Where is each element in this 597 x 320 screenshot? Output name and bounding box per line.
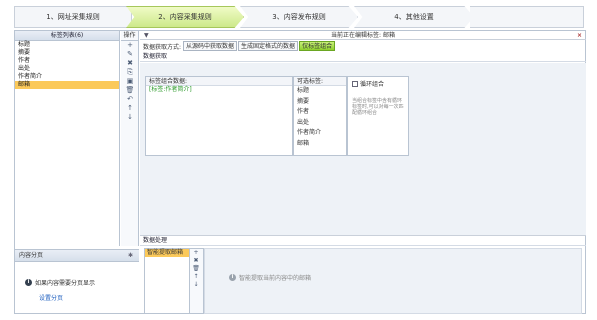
move-down-icon[interactable]: ↓ <box>121 113 139 122</box>
combo-data-value[interactable]: [标签:作者简介] <box>146 86 292 94</box>
trash-icon[interactable]: 🗑 <box>190 265 202 273</box>
process-area: 数据处理 智能提取邮箱 + ✖ 🗑 ↑ ↓ i 智能提取当前内容中的邮箱 <box>140 235 586 315</box>
copy-icon[interactable]: ⎘ <box>121 68 139 77</box>
available-tag-author[interactable]: 作者 <box>294 107 346 118</box>
process-toolbar: + ✖ 🗑 ↑ ↓ <box>190 248 204 314</box>
available-tag-summary[interactable]: 摘要 <box>294 97 346 108</box>
move-down-icon[interactable]: ↓ <box>190 281 202 289</box>
wizard-step-1[interactable]: 1、网址采集规则 <box>14 6 132 28</box>
tag-item-author[interactable]: 作者 <box>15 57 119 65</box>
source-mode-row: 数据获取方式: 从源码中获取数据 生成固定格式的数据 仅标签组合 <box>140 40 586 52</box>
extract-section-title: 数据获取 <box>140 52 586 62</box>
loop-combo-checkbox[interactable]: 循环组合 <box>352 79 404 88</box>
mode-tag-combo-button[interactable]: 仅标签组合 <box>299 41 336 51</box>
tag-item-summary[interactable]: 摘要 <box>15 49 119 57</box>
pin-icon[interactable]: ✱ <box>128 250 133 262</box>
add-icon[interactable]: + <box>121 41 139 50</box>
editor-frame: 标签列表(6) 标题 摘要 作者 出处 作者简介 邮箱 操作 + ✎ ✖ ⎘ ▣… <box>14 30 586 314</box>
available-tag-source[interactable]: 出处 <box>294 118 346 129</box>
wizard-steps: 1、网址采集规则 2、内容采集规则 3、内容发布规则 4、其他设置 <box>14 6 584 28</box>
delete-icon[interactable]: ✖ <box>190 257 202 265</box>
wizard-step-4[interactable]: 4、其他设置 <box>354 6 474 28</box>
wizard-filler <box>470 6 584 28</box>
available-tag-author-bio[interactable]: 作者简介 <box>294 128 346 139</box>
move-up-icon[interactable]: ↑ <box>190 273 202 281</box>
trash-icon[interactable]: 🗑 <box>121 86 139 95</box>
tag-list-title: 标签列表(6) <box>15 31 119 41</box>
available-tag-title[interactable]: 标题 <box>294 86 346 97</box>
source-mode-label: 数据获取方式: <box>143 43 182 51</box>
process-message: i 智能提取当前内容中的邮箱 <box>229 273 311 282</box>
process-list: 智能提取邮箱 <box>144 248 190 314</box>
paste-icon[interactable]: ▣ <box>121 77 139 86</box>
process-item-email[interactable]: 智能提取邮箱 <box>145 249 189 257</box>
tag-item-author-bio[interactable]: 作者简介 <box>15 73 119 81</box>
available-tag-email[interactable]: 邮箱 <box>294 139 346 150</box>
info-icon: i <box>229 274 236 281</box>
undo-icon[interactable]: ↶ <box>121 95 139 104</box>
paging-message: i 如果内容需要分页显示 <box>25 278 95 287</box>
process-detail: i 智能提取当前内容中的邮箱 <box>204 248 582 314</box>
checkbox-icon[interactable] <box>352 80 358 87</box>
move-up-icon[interactable]: ↑ <box>121 104 139 113</box>
add-icon[interactable]: + <box>190 249 202 257</box>
mode-fixed-format-button[interactable]: 生成固定格式的数据 <box>238 41 299 51</box>
delete-icon[interactable]: ✖ <box>121 59 139 68</box>
set-paging-link[interactable]: 设置分页 <box>39 293 63 302</box>
tag-item-source[interactable]: 出处 <box>15 65 119 73</box>
extract-area: 标签组合数据: [标签:作者简介] 可选标签: 标题 摘要 作者 出处 作者简介… <box>140 63 586 235</box>
tag-list-panel: 标签列表(6) 标题 摘要 作者 出处 作者简介 邮箱 <box>15 31 120 246</box>
tag-toolbar: 操作 + ✎ ✖ ⎘ ▣ 🗑 ↶ ↑ ↓ <box>121 31 139 246</box>
wizard-step-2[interactable]: 2、内容采集规则 <box>126 6 244 28</box>
loop-combo-box: 循环组合 当组合标签中含有循环标签时,可以对每一次匹配循环组合 <box>347 76 409 156</box>
info-icon: i <box>25 279 32 286</box>
paging-title: 内容分页 ✱ <box>15 250 139 262</box>
tag-item-title[interactable]: 标题 <box>15 41 119 49</box>
tag-toolbar-title: 操作 <box>121 31 138 41</box>
edit-icon[interactable]: ✎ <box>121 50 139 59</box>
combo-data-box[interactable]: 标签组合数据: [标签:作者简介] <box>145 76 293 156</box>
paging-panel: 内容分页 ✱ i 如果内容需要分页显示 设置分页 <box>15 249 139 315</box>
close-icon[interactable]: × <box>577 31 582 40</box>
available-tags-header: 可选标签: <box>294 77 346 86</box>
loop-combo-description: 当组合标签中含有循环标签时,可以对每一次匹配循环组合 <box>352 98 404 116</box>
main-panel: ▼ 当前正在编辑标签: 邮箱 × 数据获取方式: 从源码中获取数据 生成固定格式… <box>140 31 586 315</box>
mode-from-source-button[interactable]: 从源码中获取数据 <box>183 41 238 51</box>
process-section-title: 数据处理 <box>140 236 586 246</box>
main-status-bar: ▼ 当前正在编辑标签: 邮箱 × <box>140 31 586 40</box>
available-tags-box: 可选标签: 标题 摘要 作者 出处 作者简介 邮箱 <box>293 76 347 156</box>
wizard-step-3[interactable]: 3、内容发布规则 <box>240 6 358 28</box>
editing-status: 当前正在编辑标签: 邮箱 <box>331 32 395 39</box>
tag-item-email[interactable]: 邮箱 <box>15 81 119 89</box>
combo-data-header: 标签组合数据: <box>146 77 292 86</box>
